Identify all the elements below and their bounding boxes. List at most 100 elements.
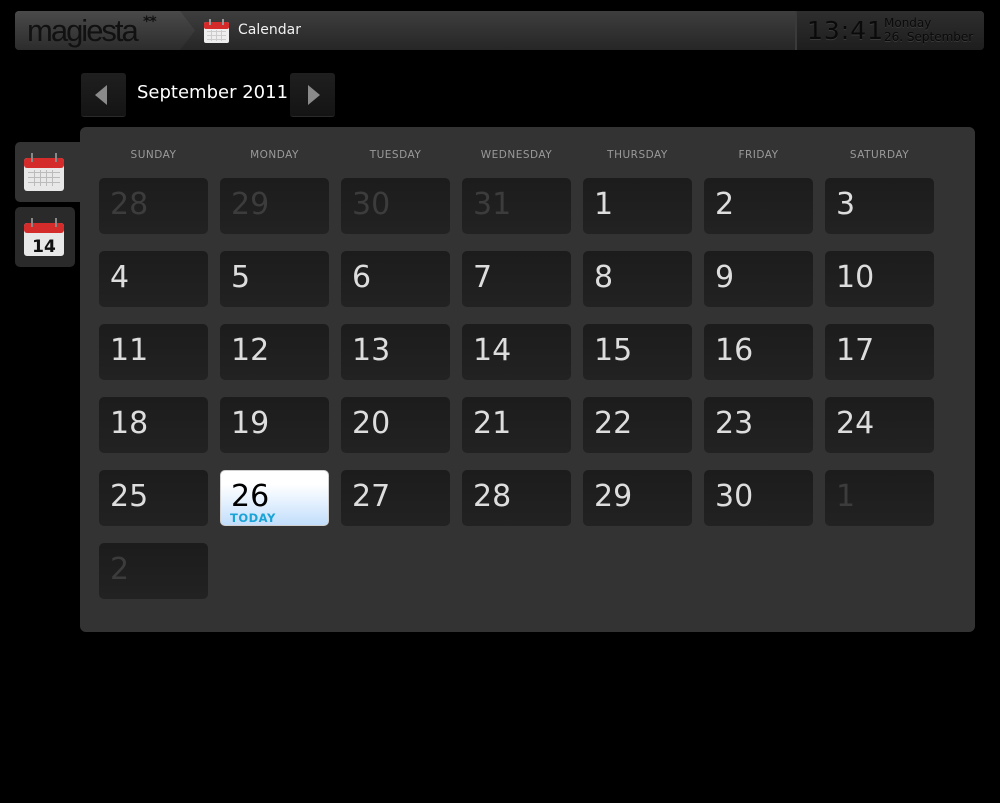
day-cell[interactable]: 21 bbox=[462, 397, 571, 453]
day-number: 16 bbox=[715, 333, 754, 368]
day-cell[interactable]: 23 bbox=[704, 397, 813, 453]
day-number: 12 bbox=[231, 333, 270, 368]
day-cell[interactable]: 27 bbox=[341, 470, 450, 526]
day-number: 13 bbox=[352, 333, 391, 368]
day-number: 18 bbox=[110, 406, 149, 441]
day-cell[interactable]: 31 bbox=[462, 178, 571, 234]
calendar-grid: SUNDAY MONDAY TUESDAY WEDNESDAY THURSDAY FRID… bbox=[80, 127, 975, 632]
weekday-header: FRIDAY bbox=[738, 149, 779, 161]
day-number: 14 bbox=[473, 333, 512, 368]
clock-date: Monday 26. September bbox=[884, 16, 973, 44]
day-cell[interactable]: 1 bbox=[583, 178, 692, 234]
weekday-header: WEDNESDAY bbox=[480, 149, 553, 161]
day-number: 7 bbox=[473, 260, 493, 295]
day-number: 11 bbox=[110, 333, 149, 368]
clock-weekday: Monday bbox=[884, 16, 932, 30]
day-cell[interactable]: 15 bbox=[583, 324, 692, 380]
day-cell[interactable]: 7 bbox=[462, 251, 571, 307]
day-number: 29 bbox=[594, 479, 633, 514]
day-number: 9 bbox=[715, 260, 735, 295]
day-number: 6 bbox=[352, 260, 372, 295]
prev-month-button[interactable] bbox=[81, 73, 126, 117]
day-number: 25 bbox=[110, 479, 149, 514]
day-number: 26 bbox=[231, 479, 270, 514]
day-number: 1 bbox=[594, 187, 614, 222]
day-cell[interactable]: 30 bbox=[704, 470, 813, 526]
day-cell[interactable]: 8 bbox=[583, 251, 692, 307]
day-number: 27 bbox=[352, 479, 391, 514]
day-cell[interactable]: 1 bbox=[825, 470, 934, 526]
day-cell[interactable]: 25 bbox=[99, 470, 208, 526]
day-cell-today[interactable]: 26 TODAY bbox=[220, 470, 329, 526]
weekday-header: SATURDAY bbox=[849, 149, 910, 161]
day-number: 24 bbox=[836, 406, 875, 441]
day-cell[interactable]: 20 bbox=[341, 397, 450, 453]
clock-time: 13:41 bbox=[807, 16, 885, 45]
day-cell[interactable]: 10 bbox=[825, 251, 934, 307]
day-cell[interactable]: 16 bbox=[704, 324, 813, 380]
day-number: 30 bbox=[352, 187, 391, 222]
tab-month-view[interactable] bbox=[15, 142, 81, 202]
day-cell[interactable]: 5 bbox=[220, 251, 329, 307]
day-number: 19 bbox=[231, 406, 270, 441]
day-cell[interactable]: 28 bbox=[462, 470, 571, 526]
weekday-header: THURSDAY bbox=[607, 149, 668, 161]
day-number: 4 bbox=[110, 260, 130, 295]
day-cell[interactable]: 30 bbox=[341, 178, 450, 234]
day-number: 28 bbox=[473, 479, 512, 514]
day-cell[interactable]: 13 bbox=[341, 324, 450, 380]
day-cell[interactable]: 2 bbox=[99, 543, 208, 599]
calendar-icon bbox=[204, 19, 229, 43]
day-cell[interactable]: 6 bbox=[341, 251, 450, 307]
day-number: 30 bbox=[715, 479, 754, 514]
day-cell[interactable]: 11 bbox=[99, 324, 208, 380]
day-cell[interactable]: 4 bbox=[99, 251, 208, 307]
day-cell[interactable]: 2 bbox=[704, 178, 813, 234]
day-cell[interactable]: 18 bbox=[99, 397, 208, 453]
day-number: 23 bbox=[715, 406, 754, 441]
day-number: 29 bbox=[231, 187, 270, 222]
weekday-header: MONDAY bbox=[250, 149, 299, 161]
day-number: 8 bbox=[594, 260, 614, 295]
day-cell[interactable]: 28 bbox=[99, 178, 208, 234]
day-cell[interactable]: 3 bbox=[825, 178, 934, 234]
day-cell[interactable]: 29 bbox=[220, 178, 329, 234]
day-number: 21 bbox=[473, 406, 512, 441]
calendar-day-icon: 14 bbox=[24, 218, 64, 257]
day-number: 2 bbox=[715, 187, 735, 222]
day-number: 15 bbox=[594, 333, 633, 368]
tab-day-view[interactable]: 14 bbox=[15, 207, 75, 267]
app-title: Calendar bbox=[238, 22, 301, 38]
top-bar: magiesta ** Calendar 13:41 Monday 26. Se… bbox=[15, 11, 984, 50]
day-cell[interactable]: 9 bbox=[704, 251, 813, 307]
day-number: 3 bbox=[836, 187, 856, 222]
day-number: 2 bbox=[110, 552, 130, 587]
logo: magiesta bbox=[27, 13, 139, 48]
weekday-header: SUNDAY bbox=[130, 149, 177, 161]
svg-text:14: 14 bbox=[32, 237, 56, 257]
month-label: September 2011 bbox=[137, 82, 289, 103]
clock-date-text: 26. September bbox=[884, 30, 974, 44]
day-number: 1 bbox=[836, 479, 856, 514]
day-number: 10 bbox=[836, 260, 875, 295]
day-cell[interactable]: 17 bbox=[825, 324, 934, 380]
calendar-month-icon bbox=[24, 153, 64, 191]
logo-mark: ** bbox=[143, 14, 157, 30]
logo-segment[interactable]: magiesta ** bbox=[15, 11, 195, 50]
day-number: 5 bbox=[231, 260, 251, 295]
triangle-right-icon bbox=[308, 85, 320, 105]
next-month-button[interactable] bbox=[290, 73, 335, 117]
day-cell[interactable]: 24 bbox=[825, 397, 934, 453]
day-number: 22 bbox=[594, 406, 633, 441]
today-label: TODAY bbox=[230, 511, 276, 525]
day-number: 20 bbox=[352, 406, 391, 441]
clock: 13:41 Monday 26. September bbox=[795, 11, 984, 50]
triangle-left-icon bbox=[95, 85, 107, 105]
weekday-header: TUESDAY bbox=[369, 149, 422, 161]
day-cell[interactable]: 29 bbox=[583, 470, 692, 526]
day-number: 31 bbox=[473, 187, 512, 222]
day-cell[interactable]: 14 bbox=[462, 324, 571, 380]
day-cell[interactable]: 19 bbox=[220, 397, 329, 453]
day-cell[interactable]: 12 bbox=[220, 324, 329, 380]
day-cell[interactable]: 22 bbox=[583, 397, 692, 453]
